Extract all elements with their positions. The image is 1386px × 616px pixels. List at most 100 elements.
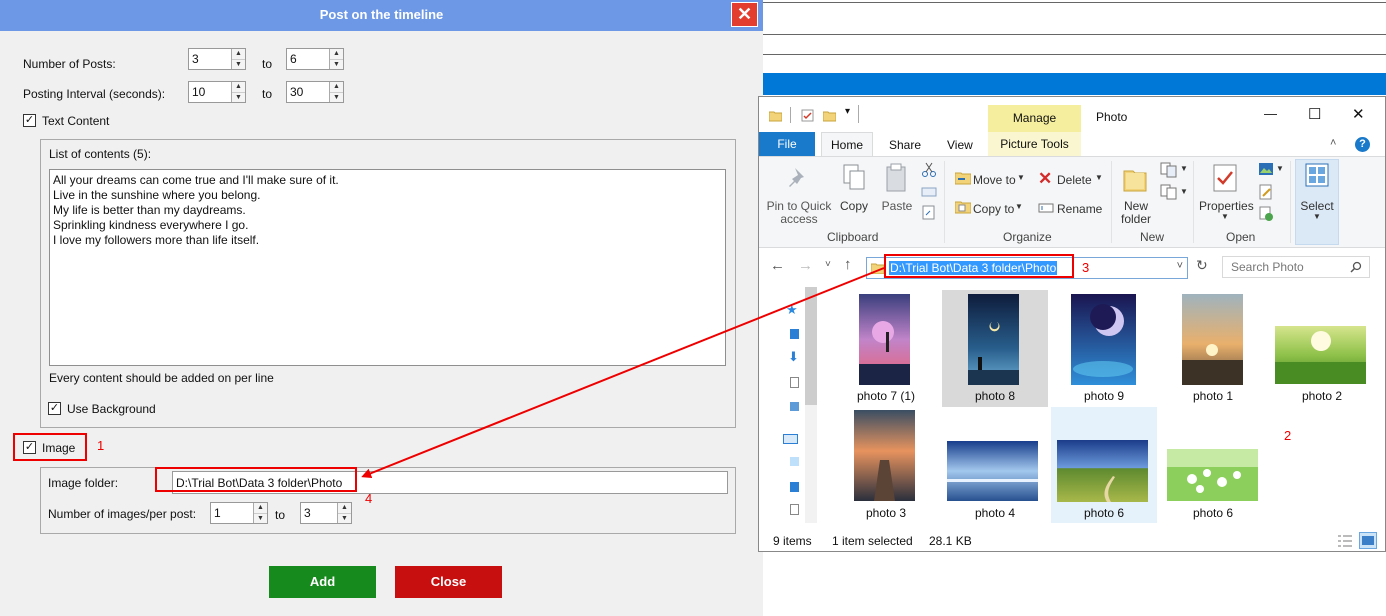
images-from-stepper[interactable]: 1 ▲ ▼	[210, 502, 268, 524]
quick-access-star-icon[interactable]: ★	[786, 302, 798, 318]
tab-home[interactable]: Home	[821, 132, 873, 157]
file-name[interactable]: photo 3	[841, 506, 931, 520]
up-icon[interactable]: ↑	[844, 256, 852, 273]
large-icons-view-icon[interactable]	[1359, 532, 1377, 549]
spin-down-icon[interactable]: ▼	[338, 513, 351, 523]
chevron-down-icon[interactable]: ▼	[1221, 212, 1229, 221]
forward-icon[interactable]: →	[798, 257, 813, 274]
close-icon[interactable]: ✕	[1352, 105, 1365, 123]
use-background-checkbox[interactable]: ✓	[48, 402, 61, 415]
posts-from-stepper[interactable]: 3 ▲ ▼	[188, 48, 246, 70]
file-name[interactable]: photo 8	[950, 389, 1040, 403]
new-folder-label-2[interactable]: folder	[1118, 212, 1154, 226]
history-icon[interactable]	[1258, 206, 1274, 222]
contents-textarea[interactable]: All your dreams can come true and I'll m…	[49, 169, 726, 366]
file-name[interactable]: photo 2	[1277, 389, 1367, 403]
desktop-icon[interactable]	[790, 482, 799, 492]
chevron-down-icon[interactable]: ▼	[1180, 187, 1188, 196]
photo-thumbnail[interactable]	[1071, 294, 1136, 385]
delete-button[interactable]: Delete	[1057, 173, 1092, 187]
copy-path-icon[interactable]	[921, 186, 937, 198]
properties-button[interactable]: Properties	[1199, 199, 1254, 213]
chevron-down-icon[interactable]: ▼	[1313, 212, 1321, 221]
properties-icon[interactable]	[801, 109, 814, 122]
minimize-icon[interactable]: —	[1264, 106, 1277, 121]
chevron-down-icon[interactable]: ▼	[1095, 173, 1103, 182]
photo-thumbnail[interactable]	[859, 294, 910, 385]
paste-shortcut-icon[interactable]	[921, 204, 937, 220]
posts-to-stepper[interactable]: 6 ▲ ▼	[286, 48, 344, 70]
spin-up-icon[interactable]: ▲	[232, 49, 245, 59]
close-button[interactable]: Close	[395, 566, 502, 598]
spin-up-icon[interactable]: ▲	[330, 49, 343, 59]
documents-icon[interactable]	[790, 377, 799, 388]
photo-thumbnail[interactable]	[1057, 440, 1148, 502]
collapse-ribbon-icon[interactable]: ˄	[1330, 137, 1336, 149]
file-name[interactable]: photo 6	[1059, 506, 1149, 520]
photo-thumbnail[interactable]	[947, 441, 1038, 501]
chevron-down-icon[interactable]: ▼	[1276, 164, 1284, 173]
select-label[interactable]: Select	[1299, 199, 1335, 213]
chevron-down-icon[interactable]: ▼	[1015, 202, 1023, 211]
this-pc-icon[interactable]	[783, 434, 798, 444]
interval-to-stepper[interactable]: 30 ▲ ▼	[286, 81, 344, 103]
photo-thumbnail[interactable]	[968, 294, 1019, 385]
downloads-icon[interactable]: ⬇	[788, 349, 799, 365]
desktop-icon[interactable]	[790, 329, 799, 339]
file-name[interactable]: photo 6	[1168, 506, 1258, 520]
text-content-checkbox[interactable]: ✓	[23, 114, 36, 127]
paste-button[interactable]: Paste	[877, 199, 917, 213]
help-icon[interactable]: ?	[1355, 137, 1370, 152]
file-name[interactable]: photo 7 (1)	[841, 389, 931, 403]
photo-thumbnail[interactable]	[1275, 326, 1366, 384]
copy-button[interactable]: Copy	[837, 199, 871, 213]
rename-button[interactable]: Rename	[1057, 202, 1102, 216]
documents-icon[interactable]	[790, 504, 799, 515]
address-dropdown-icon[interactable]: ˅	[1177, 260, 1183, 272]
chevron-down-icon[interactable]: ▼	[1180, 164, 1188, 173]
spin-up-icon[interactable]: ▲	[338, 503, 351, 513]
open-icon[interactable]	[1258, 162, 1274, 176]
search-icon[interactable]	[1350, 261, 1362, 273]
photo-thumbnail[interactable]	[854, 410, 915, 501]
spin-up-icon[interactable]: ▲	[330, 82, 343, 92]
spin-up-icon[interactable]: ▲	[254, 503, 267, 513]
photo-thumbnail[interactable]	[1167, 449, 1258, 501]
file-name[interactable]: photo 4	[950, 506, 1040, 520]
dialog-close-button[interactable]: ✕	[731, 2, 758, 27]
new-folder-icon[interactable]	[823, 109, 836, 122]
details-view-icon[interactable]	[1337, 534, 1353, 548]
easy-access-icon[interactable]	[1160, 184, 1178, 200]
file-name[interactable]: photo 1	[1168, 389, 1258, 403]
new-item-icon[interactable]	[1160, 162, 1178, 178]
photo-thumbnail[interactable]	[1182, 294, 1243, 385]
back-icon[interactable]: ←	[770, 257, 785, 274]
spin-down-icon[interactable]: ▼	[254, 513, 267, 523]
tab-file[interactable]: File	[759, 132, 815, 156]
pin-quick-access-label-1[interactable]: Pin to Quick	[765, 199, 833, 213]
add-button[interactable]: Add	[269, 566, 376, 598]
new-folder-label-1[interactable]: New	[1118, 199, 1154, 213]
images-to-stepper[interactable]: 3 ▲ ▼	[300, 502, 352, 524]
pictures-icon[interactable]	[790, 402, 799, 411]
spin-down-icon[interactable]: ▼	[232, 59, 245, 69]
maximize-icon[interactable]: ☐	[1308, 105, 1321, 123]
edit-icon[interactable]	[1258, 184, 1274, 200]
scrollbar-thumb[interactable]	[805, 287, 817, 405]
tab-picture-tools[interactable]: Picture Tools	[988, 132, 1081, 156]
tab-manage[interactable]: Manage	[988, 105, 1081, 132]
copy-to-button[interactable]: Copy to	[973, 202, 1014, 216]
spin-up-icon[interactable]: ▲	[232, 82, 245, 92]
spin-down-icon[interactable]: ▼	[330, 92, 343, 102]
move-to-button[interactable]: Move to	[973, 173, 1016, 187]
tab-view[interactable]: View	[947, 138, 973, 152]
interval-from-stepper[interactable]: 10 ▲ ▼	[188, 81, 246, 103]
spin-down-icon[interactable]: ▼	[330, 59, 343, 69]
recent-locations-icon[interactable]: ˅	[825, 259, 831, 270]
file-name[interactable]: photo 9	[1059, 389, 1149, 403]
chevron-down-icon[interactable]: ▼	[1017, 173, 1025, 182]
search-input[interactable]: Search Photo	[1222, 256, 1370, 278]
refresh-icon[interactable]: ↻	[1196, 257, 1208, 274]
tab-share[interactable]: Share	[889, 138, 921, 152]
customize-toolbar-icon[interactable]: ▾	[845, 106, 850, 117]
